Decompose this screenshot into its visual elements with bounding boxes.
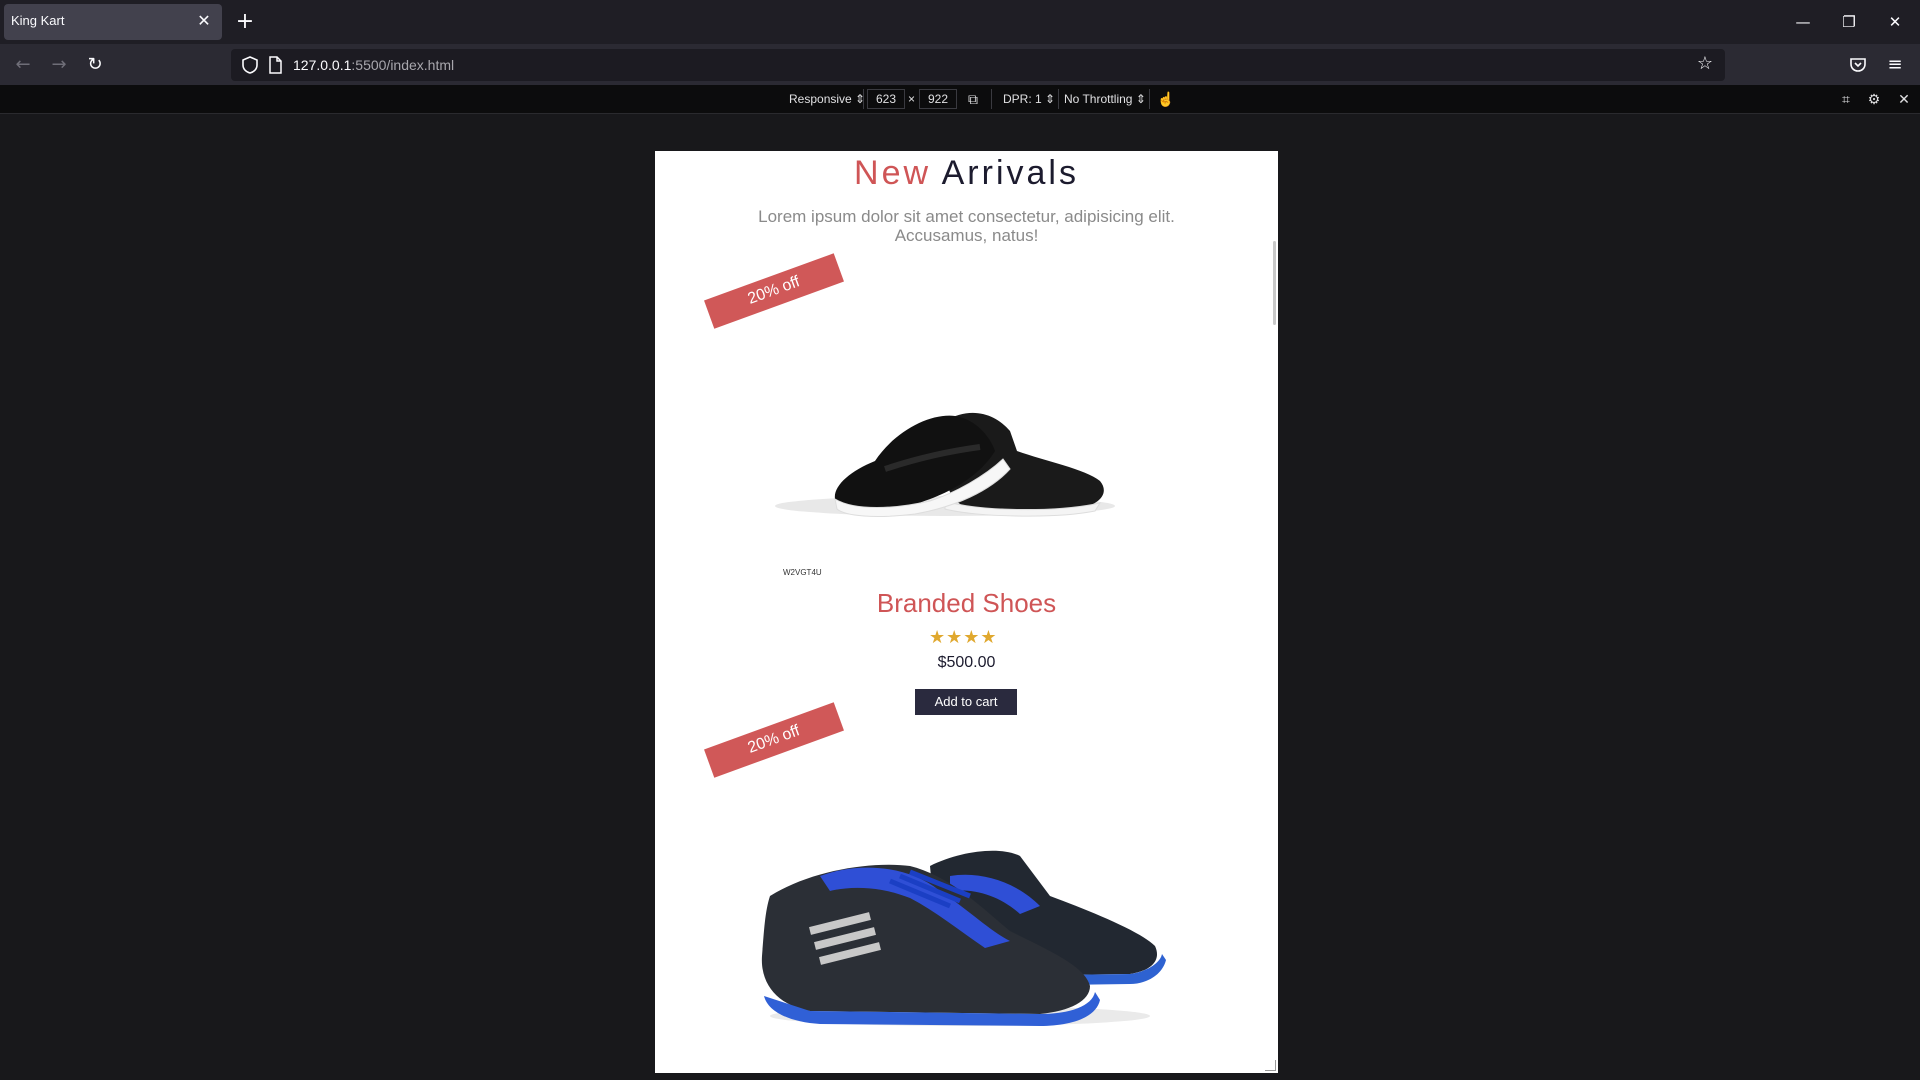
times-sign: × — [908, 92, 916, 106]
restore-icon[interactable]: ❐ — [1826, 0, 1872, 44]
blue-sneaker-image[interactable] — [750, 836, 1170, 1036]
device-selector[interactable]: Responsive ⇕ — [789, 92, 865, 106]
close-tab-icon[interactable]: ✕ — [194, 10, 214, 32]
page-icon — [269, 56, 282, 74]
settings-gear-icon[interactable]: ⚙ — [1864, 89, 1884, 109]
discount-badge: 20% off — [704, 702, 844, 778]
pocket-icon[interactable] — [1848, 55, 1868, 75]
url-text[interactable]: 127.0.0.1:5500/index.html — [293, 57, 454, 73]
shield-icon[interactable] — [241, 55, 259, 75]
reload-icon[interactable]: ↻ — [80, 50, 110, 80]
section-subtitle: Lorem ipsum dolor sit amet consectetur, … — [758, 207, 1175, 245]
touch-simulation-icon[interactable]: ☝ — [1156, 89, 1176, 109]
black-shoe-image[interactable] — [755, 351, 1135, 531]
close-rdm-icon[interactable]: ✕ — [1894, 89, 1914, 109]
product-name[interactable]: Branded Shoes — [705, 588, 1228, 619]
menu-icon[interactable]: ≡ — [1880, 50, 1910, 80]
bookmark-star-icon[interactable]: ☆ — [1697, 53, 1713, 74]
add-to-cart-button[interactable]: Add to cart — [915, 689, 1017, 715]
viewport-resize-handle[interactable] — [1265, 1060, 1276, 1071]
screenshot-icon[interactable]: ⌗ — [1836, 89, 1856, 109]
tab-strip: King Kart ✕ + — ❐ ✕ — [0, 0, 1920, 44]
page-title: New Arrivals — [854, 154, 1079, 192]
separator — [1149, 89, 1150, 109]
close-window-icon[interactable]: ✕ — [1872, 0, 1918, 44]
viewport-height-input[interactable]: 922 — [919, 89, 957, 109]
responsive-toolbar: Responsive ⇕ 623 × 922 ⧉ DPR: 1 ⇕ No Thr… — [0, 85, 1920, 114]
rotate-icon[interactable]: ⧉ — [963, 89, 983, 109]
rating-stars: ★★★★ — [929, 627, 998, 648]
navigation-bar: ← → ↻ 127.0.0.1:5500/index.html ☆ ≡ — [0, 44, 1920, 85]
page-viewport: New Arrivals Lorem ipsum dolor sit amet … — [655, 151, 1278, 1073]
minimize-icon[interactable]: — — [1780, 0, 1826, 44]
product-price: $500.00 — [937, 654, 996, 671]
separator — [991, 89, 992, 109]
separator — [1058, 89, 1059, 109]
dpr-selector[interactable]: DPR: 1 ⇕ — [1003, 92, 1055, 106]
url-bar[interactable]: 127.0.0.1:5500/index.html ☆ — [231, 49, 1725, 81]
browser-tab[interactable]: King Kart ✕ — [4, 4, 222, 40]
separator — [863, 89, 864, 109]
new-tab-button[interactable]: + — [232, 8, 258, 36]
forward-icon[interactable]: → — [44, 50, 74, 80]
back-icon[interactable]: ← — [8, 50, 38, 80]
discount-badge: 20% off — [704, 253, 844, 329]
throttling-selector[interactable]: No Throttling ⇕ — [1064, 92, 1146, 106]
tab-title: King Kart — [11, 13, 65, 28]
product-sku: W2VGT4U — [783, 568, 822, 577]
scrollbar-thumb[interactable] — [1273, 241, 1276, 325]
viewport-width-input[interactable]: 623 — [867, 89, 905, 109]
